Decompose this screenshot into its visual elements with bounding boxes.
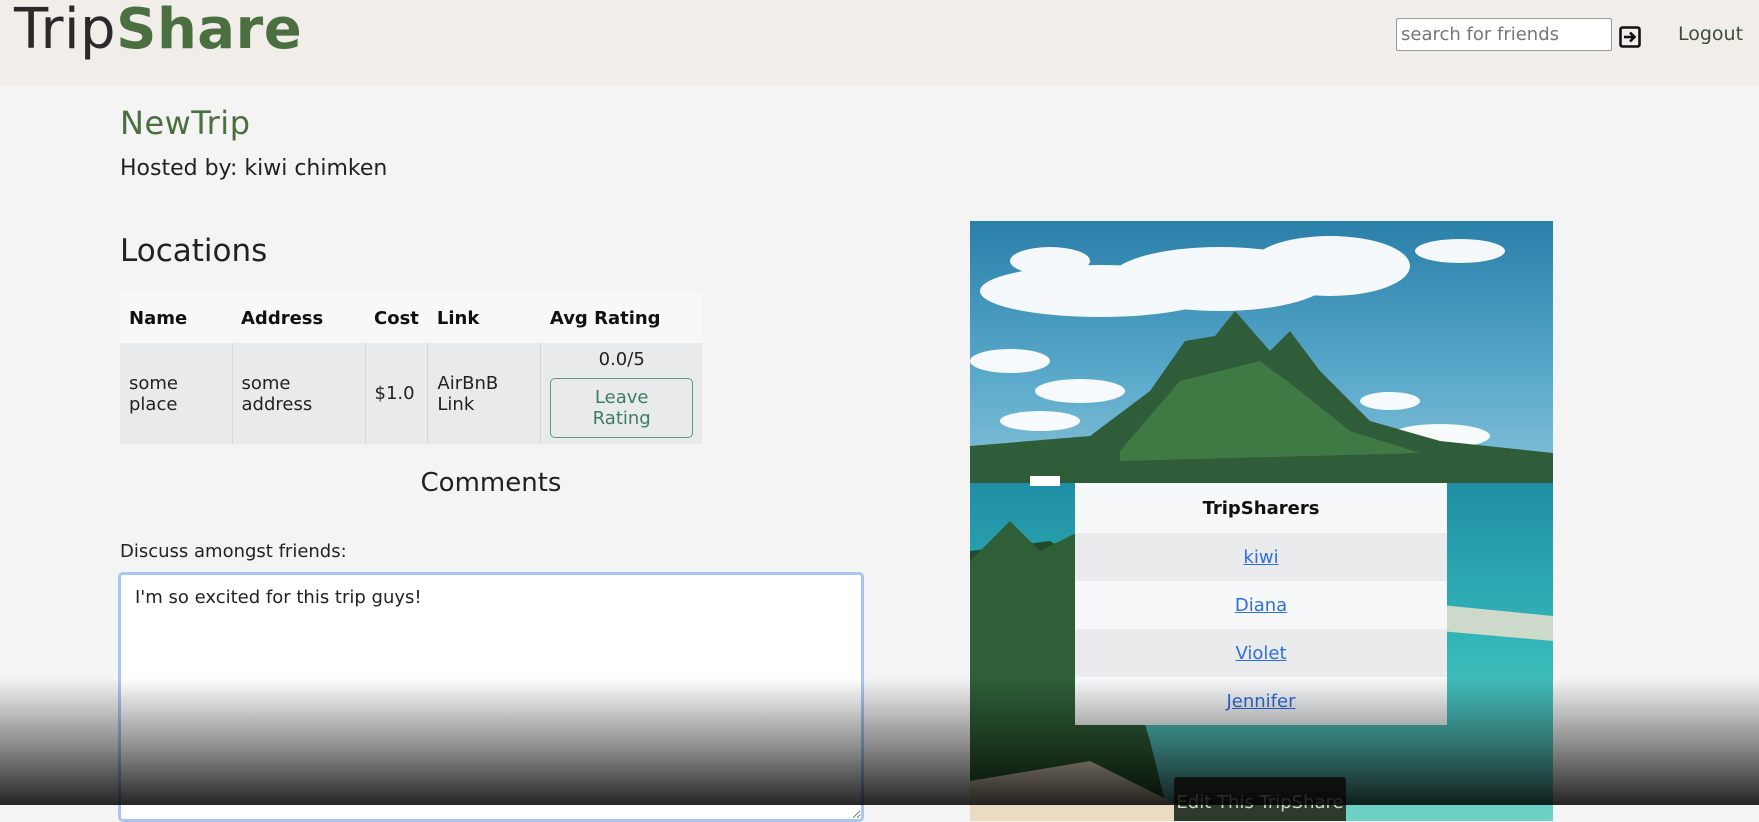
friend-search-input[interactable]	[1396, 18, 1612, 51]
location-link[interactable]: AirBnB Link	[427, 343, 541, 444]
login-arrow-icon	[1619, 26, 1641, 48]
leave-rating-button[interactable]: Leave Rating	[550, 378, 693, 438]
location-name: some place	[120, 343, 232, 444]
edit-tripshare-button[interactable]: Edit This TripShare	[1174, 777, 1346, 821]
tripsharer-link-violet[interactable]: Violet	[1235, 643, 1286, 664]
column-header-name: Name	[120, 293, 232, 343]
tripsharer-link-jennifer[interactable]: Jennifer	[1226, 691, 1295, 712]
table-header-row: Name Address Cost Link Avg Rating	[120, 293, 702, 343]
locations-table: Name Address Cost Link Avg Rating some p…	[120, 293, 702, 444]
search-submit-button[interactable]	[1618, 25, 1642, 49]
column-header-avg-rating: Avg Rating	[540, 293, 702, 343]
table-row: some place some address $1.0 AirBnB Link…	[120, 343, 702, 444]
list-item: Diana	[1075, 581, 1447, 629]
brand-trip-text: Trip	[14, 0, 117, 62]
location-rating-cell: 0.0/5 Leave Rating	[540, 343, 702, 444]
comments-heading: Comments	[420, 468, 562, 498]
location-cost: $1.0	[364, 343, 428, 444]
tripsharer-link-diana[interactable]: Diana	[1235, 595, 1287, 616]
column-header-link: Link	[427, 293, 541, 343]
list-item: kiwi	[1075, 533, 1447, 581]
trip-photo-panel: TripSharers kiwi Diana Violet Jennifer E…	[970, 221, 1553, 821]
column-header-cost: Cost	[365, 293, 428, 343]
tripsharers-table: TripSharers kiwi Diana Violet Jennifer	[1075, 483, 1447, 725]
comment-textarea[interactable]	[118, 572, 864, 822]
avg-rating-value: 0.0/5	[598, 349, 645, 370]
column-header-address: Address	[232, 293, 365, 343]
trip-host: Hosted by: kiwi chimken	[120, 156, 388, 181]
comment-label: Discuss amongst friends:	[120, 541, 347, 562]
brand-logo[interactable]: TripShare	[14, 0, 302, 62]
tripsharer-link-kiwi[interactable]: kiwi	[1243, 547, 1278, 568]
locations-heading: Locations	[120, 233, 268, 269]
tripsharers-header-row: TripSharers	[1075, 483, 1447, 533]
navbar: TripShare Logout	[0, 0, 1759, 86]
location-address: some address	[231, 343, 365, 444]
tripsharers-heading: TripSharers	[1075, 483, 1447, 533]
logout-link[interactable]: Logout	[1678, 23, 1743, 45]
brand-share-text: Share	[116, 0, 303, 62]
trip-title: NewTrip	[120, 104, 251, 142]
list-item: Violet	[1075, 629, 1447, 677]
list-item: Jennifer	[1075, 677, 1447, 725]
